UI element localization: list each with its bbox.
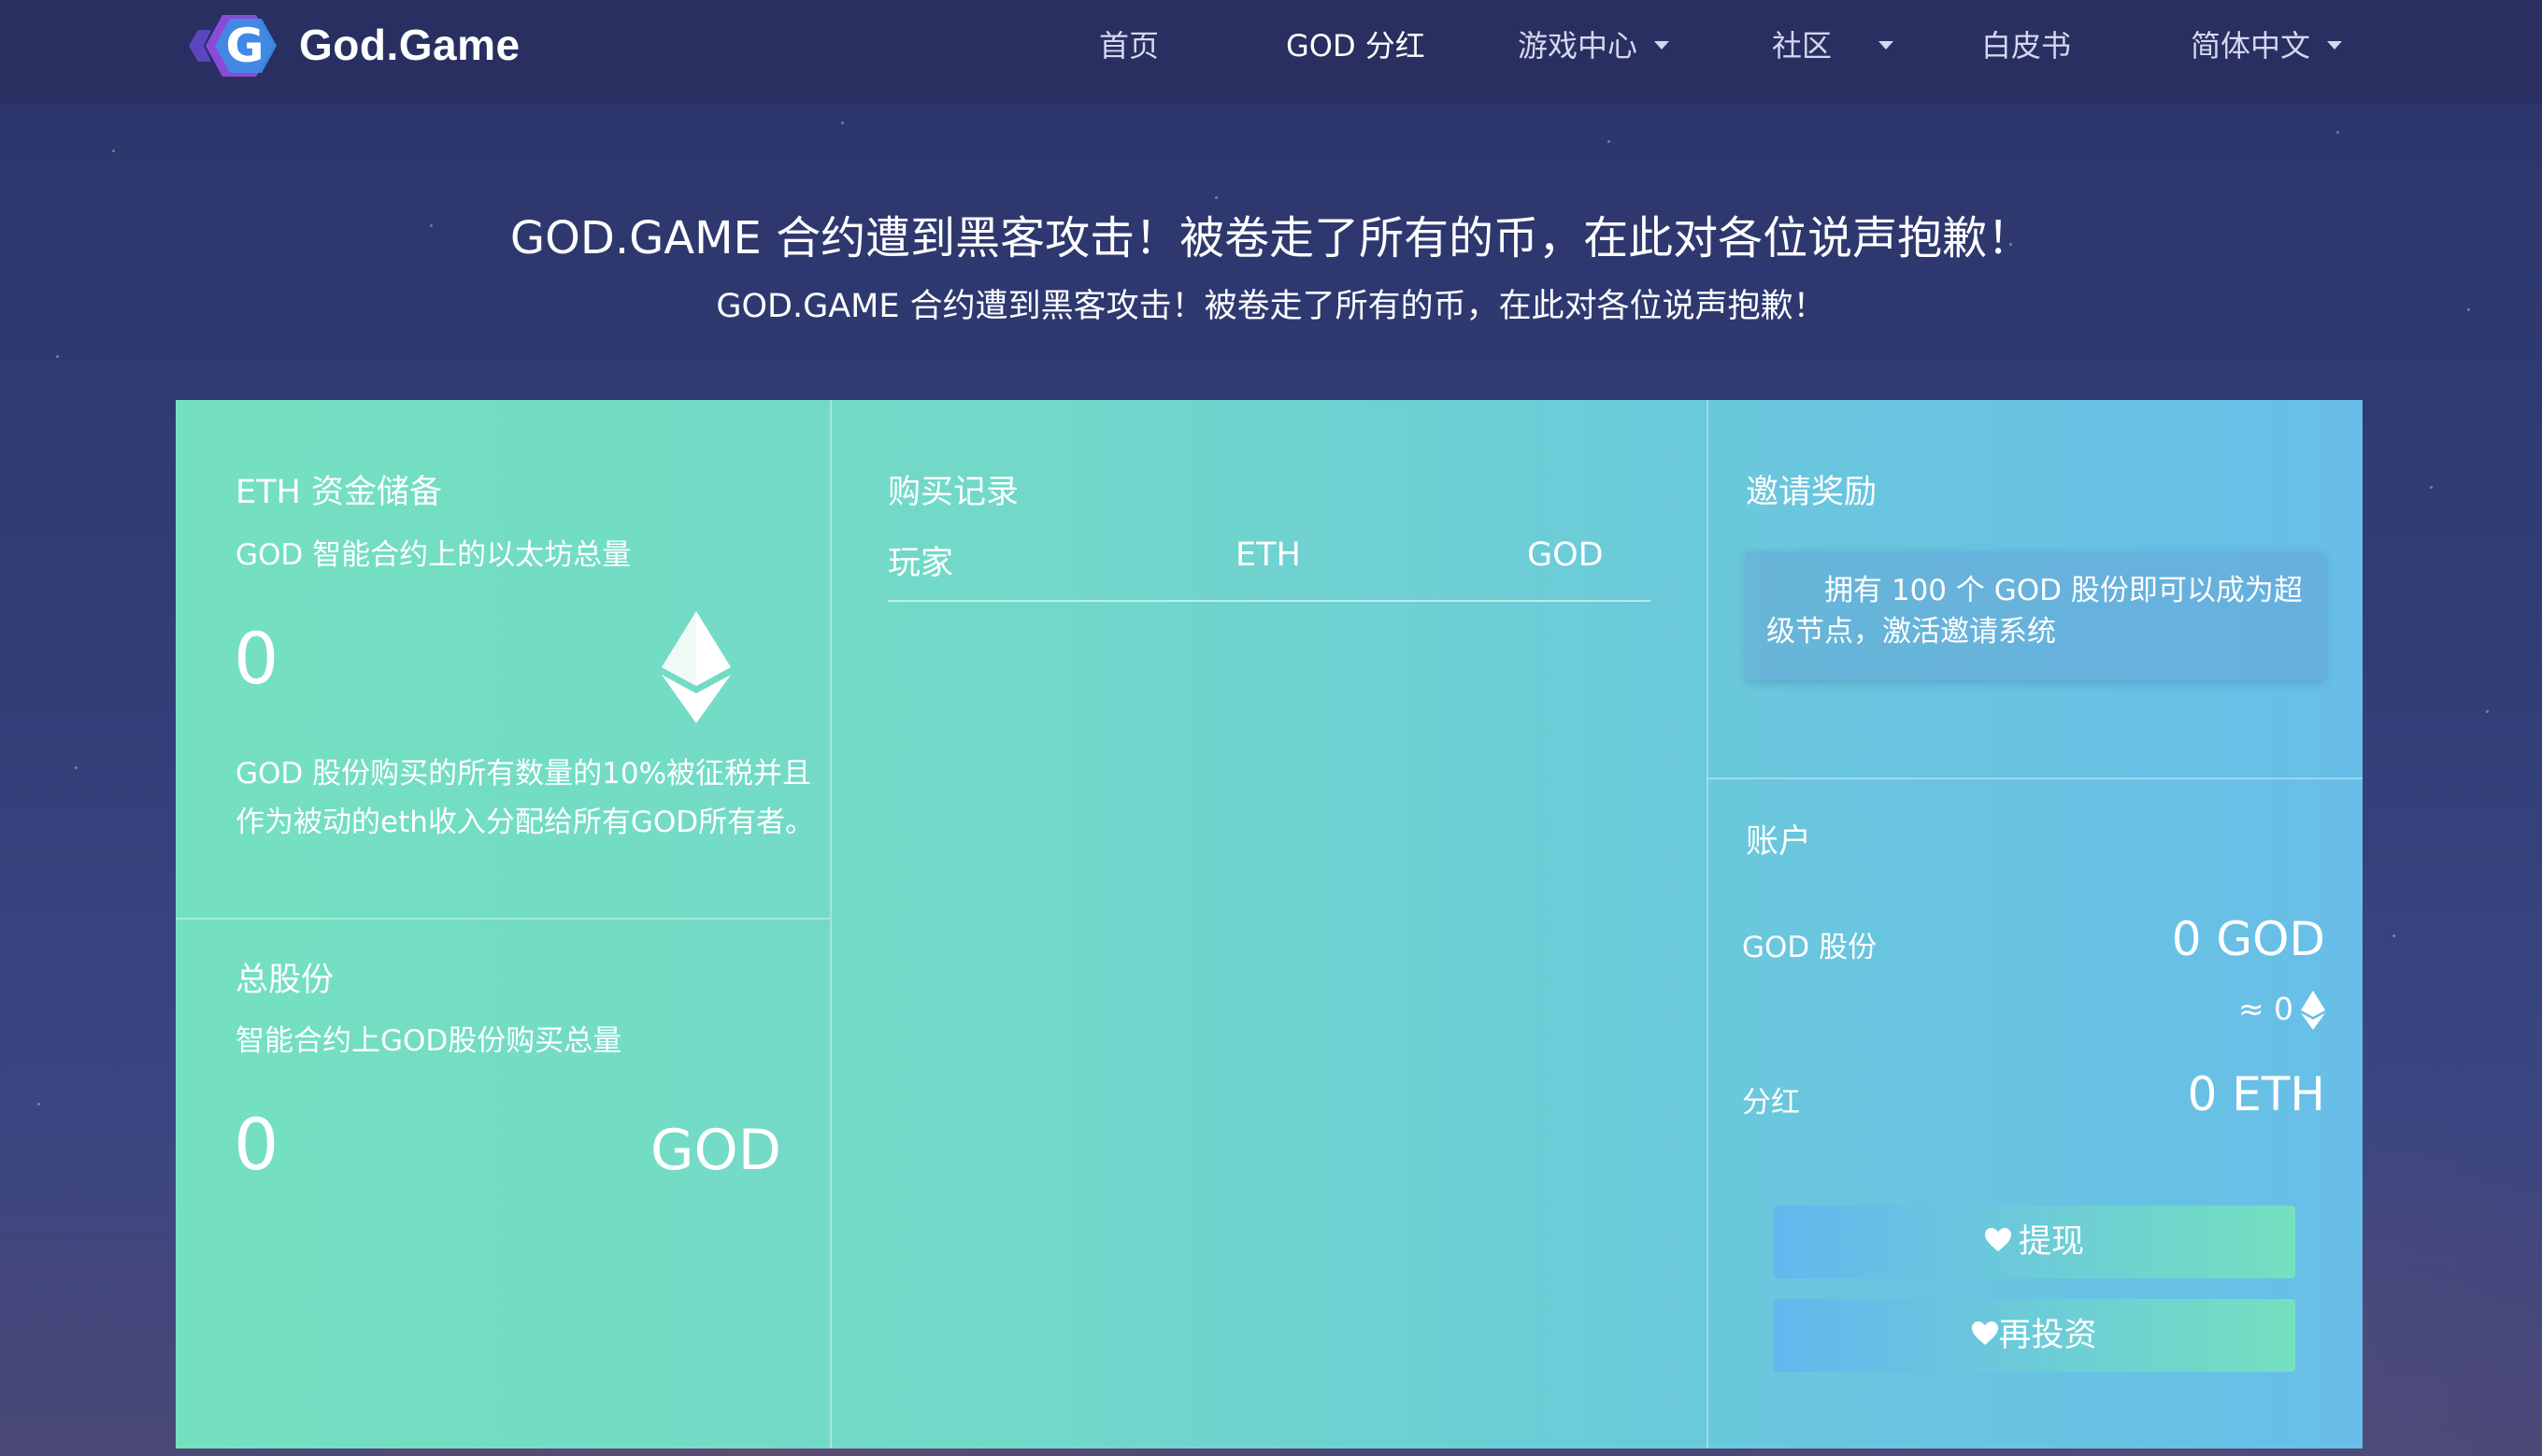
nav-home[interactable]: 首页	[1099, 22, 1159, 69]
heart-icon	[1984, 1228, 2011, 1251]
nav-god-dividend[interactable]: GOD 分红	[1286, 22, 1425, 69]
chevron-down-icon	[1654, 40, 1670, 50]
purchase-records-title: 购买记录	[888, 474, 1020, 511]
withdraw-button[interactable]: 提现	[1774, 1206, 2295, 1278]
total-shares-title: 总股份	[236, 962, 335, 999]
announcement-title: GOD.GAME 合约遭到黑客攻击！被卷走了所有的币，在此对各位说声抱歉！	[509, 212, 2033, 264]
total-shares-subtitle: 智能合约上GOD股份购买总量	[236, 1024, 622, 1058]
dividend-value: 0 ETH	[2187, 1067, 2325, 1121]
dashboard-panel: ETH 资金储备 GOD 智能合约上的以太坊总量 0 GOD 股份购买的所有数量…	[176, 400, 2363, 1449]
nav-game-center[interactable]: 游戏中心	[1518, 22, 1670, 69]
nav-community-label: 社区	[1772, 28, 1833, 64]
eth-reserve-description: GOD 股份购买的所有数量的10%被征税并且作为被动的eth收入分配给所有GOD…	[236, 757, 815, 839]
svg-text:G: G	[225, 19, 264, 73]
nav-home-label: 首页	[1099, 28, 1160, 64]
eth-reserve-value: 0	[234, 617, 279, 700]
announcement-subtitle: GOD.GAME 合约遭到黑客攻击！被卷走了所有的币，在此对各位说声抱歉！	[716, 288, 1826, 325]
ethereum-icon	[662, 611, 731, 723]
row-divider	[176, 918, 830, 920]
god-shares-value: 0 GOD	[2171, 912, 2325, 966]
reinvest-button[interactable]: 再投资	[1774, 1299, 2295, 1372]
invite-notice: 拥有 100 个 GOD 股份即可以成为超级节点，激活邀请系统	[1746, 551, 2325, 680]
row-divider	[1708, 778, 2363, 779]
heart-icon	[1972, 1321, 1999, 1345]
approx-eth-value: ≈ 0	[2237, 991, 2293, 1027]
chevron-down-icon	[2327, 40, 2343, 50]
god-shares-label: GOD 股份	[1742, 931, 1878, 964]
withdraw-label: 提现	[2018, 1223, 2084, 1261]
table-header-divider	[888, 600, 1650, 602]
reinvest-label: 再投资	[1998, 1317, 2097, 1354]
chevron-down-icon	[1878, 40, 1894, 50]
invite-notice-text: 拥有 100 个 GOD 股份即可以成为超级节点，激活邀请系统	[1766, 574, 2303, 649]
account-title: 账户	[1746, 823, 1812, 861]
column-header-god: GOD	[1527, 536, 1604, 574]
column-divider	[1707, 400, 1708, 1449]
nav-whitepaper-label: 白皮书	[1981, 28, 2072, 64]
total-shares-value: 0	[234, 1103, 279, 1186]
invite-reward-title: 邀请奖励	[1746, 474, 1878, 511]
column-divider	[830, 400, 832, 1449]
eth-reserve-title: ETH 资金储备	[236, 474, 442, 511]
column-header-player: 玩家	[888, 545, 954, 582]
eth-reserve-subtitle: GOD 智能合约上的以太坊总量	[236, 538, 632, 572]
nav-language-select[interactable]: 简体中文	[2191, 22, 2343, 69]
nav-whitepaper[interactable]: 白皮书	[1981, 22, 2071, 69]
nav-god-dividend-label: GOD 分红	[1286, 28, 1425, 64]
nav-language-label: 简体中文	[2191, 28, 2311, 64]
god-game-logo-icon[interactable]: G	[187, 6, 286, 86]
total-shares-unit: GOD	[650, 1118, 781, 1183]
brand-name[interactable]: God.Game	[299, 17, 521, 73]
nav-community[interactable]: 社区	[1772, 22, 1894, 69]
top-navbar: G God.Game 首页 GOD 分红 游戏中心 社区 白皮书 简体中文	[0, 0, 2542, 105]
dividend-label: 分红	[1742, 1086, 1800, 1120]
ethereum-small-icon	[2301, 991, 2325, 1030]
nav-game-center-label: 游戏中心	[1518, 28, 1638, 64]
column-header-eth: ETH	[1235, 536, 1301, 574]
